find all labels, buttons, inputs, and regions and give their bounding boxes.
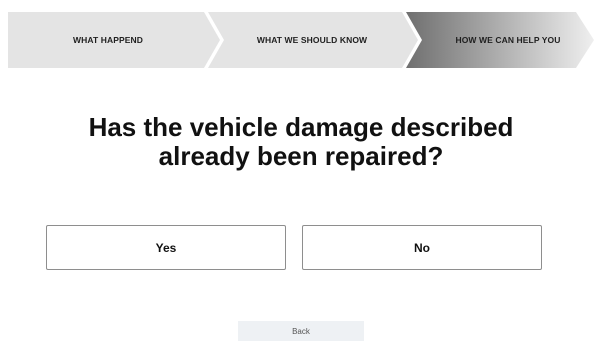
- no-button-label: No: [414, 240, 430, 255]
- back-button[interactable]: Back: [238, 321, 364, 341]
- no-button[interactable]: No: [302, 225, 542, 270]
- question-heading: Has the vehicle damage described already…: [0, 113, 602, 171]
- step-label-how-we-can-help-you: HOW WE CAN HELP YOU: [455, 35, 561, 45]
- progress-stepper: WHAT HAPPEND WHAT WE SHOULD KNOW HOW WE …: [8, 12, 594, 68]
- page: WHAT HAPPEND WHAT WE SHOULD KNOW HOW WE …: [0, 0, 602, 341]
- question-line-2: already been repaired?: [158, 141, 444, 171]
- yes-button[interactable]: Yes: [46, 225, 286, 270]
- yes-button-label: Yes: [155, 240, 177, 255]
- question-line-1: Has the vehicle damage described: [88, 112, 514, 142]
- step-label-what-happend: WHAT HAPPEND: [73, 35, 143, 45]
- step-label-what-we-should-know: WHAT WE SHOULD KNOW: [256, 35, 368, 45]
- back-button-label: Back: [292, 326, 310, 336]
